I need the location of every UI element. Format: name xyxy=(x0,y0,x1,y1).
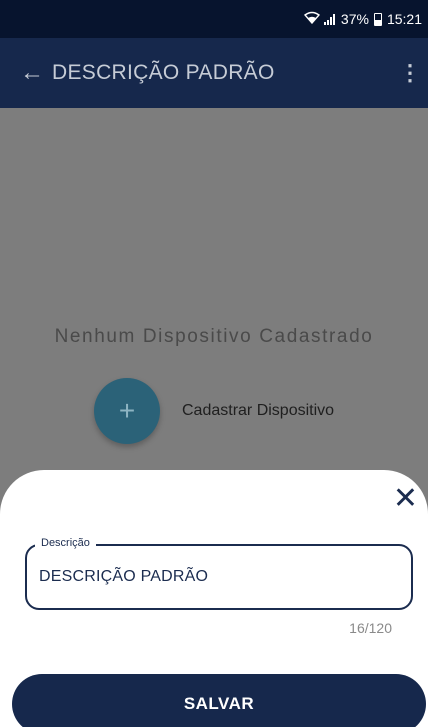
page-title: DESCRIÇÃO PADRÃO xyxy=(52,61,275,84)
status-time: 15:21 xyxy=(386,11,422,27)
description-field[interactable]: Descrição DESCRIÇÃO PADRÃO xyxy=(25,537,413,610)
plus-icon: + xyxy=(118,395,136,426)
close-icon[interactable]: ✕ xyxy=(393,484,418,514)
overflow-menu-icon[interactable]: ⋮ xyxy=(392,60,428,86)
back-arrow-icon[interactable]: ← xyxy=(8,59,56,87)
app-bar: ← DESCRIÇÃO PADRÃO ⋮ xyxy=(0,38,428,108)
bottom-sheet: ✕ Descrição DESCRIÇÃO PADRÃO 16/120 SALV… xyxy=(0,470,428,727)
battery-percent: 37% xyxy=(340,11,369,27)
empty-state-message: Nenhum Dispositivo Cadastrado xyxy=(54,326,374,347)
battery-icon xyxy=(373,12,382,26)
wifi-icon xyxy=(303,11,320,27)
description-field-label: Descrição xyxy=(35,537,96,549)
save-button-label: SALVAR xyxy=(183,694,255,713)
add-device-label[interactable]: Cadastrar Dispositivo xyxy=(182,402,334,420)
status-bar: 37% 15:21 xyxy=(0,0,428,38)
save-button[interactable]: SALVAR xyxy=(12,674,426,727)
add-device-row[interactable]: + Cadastrar Dispositivo xyxy=(94,378,334,444)
signal-icon xyxy=(323,13,335,25)
add-device-button[interactable]: + xyxy=(94,378,160,444)
description-input[interactable]: DESCRIÇÃO PADRÃO xyxy=(39,568,208,586)
character-counter: 16/120 xyxy=(349,620,392,636)
